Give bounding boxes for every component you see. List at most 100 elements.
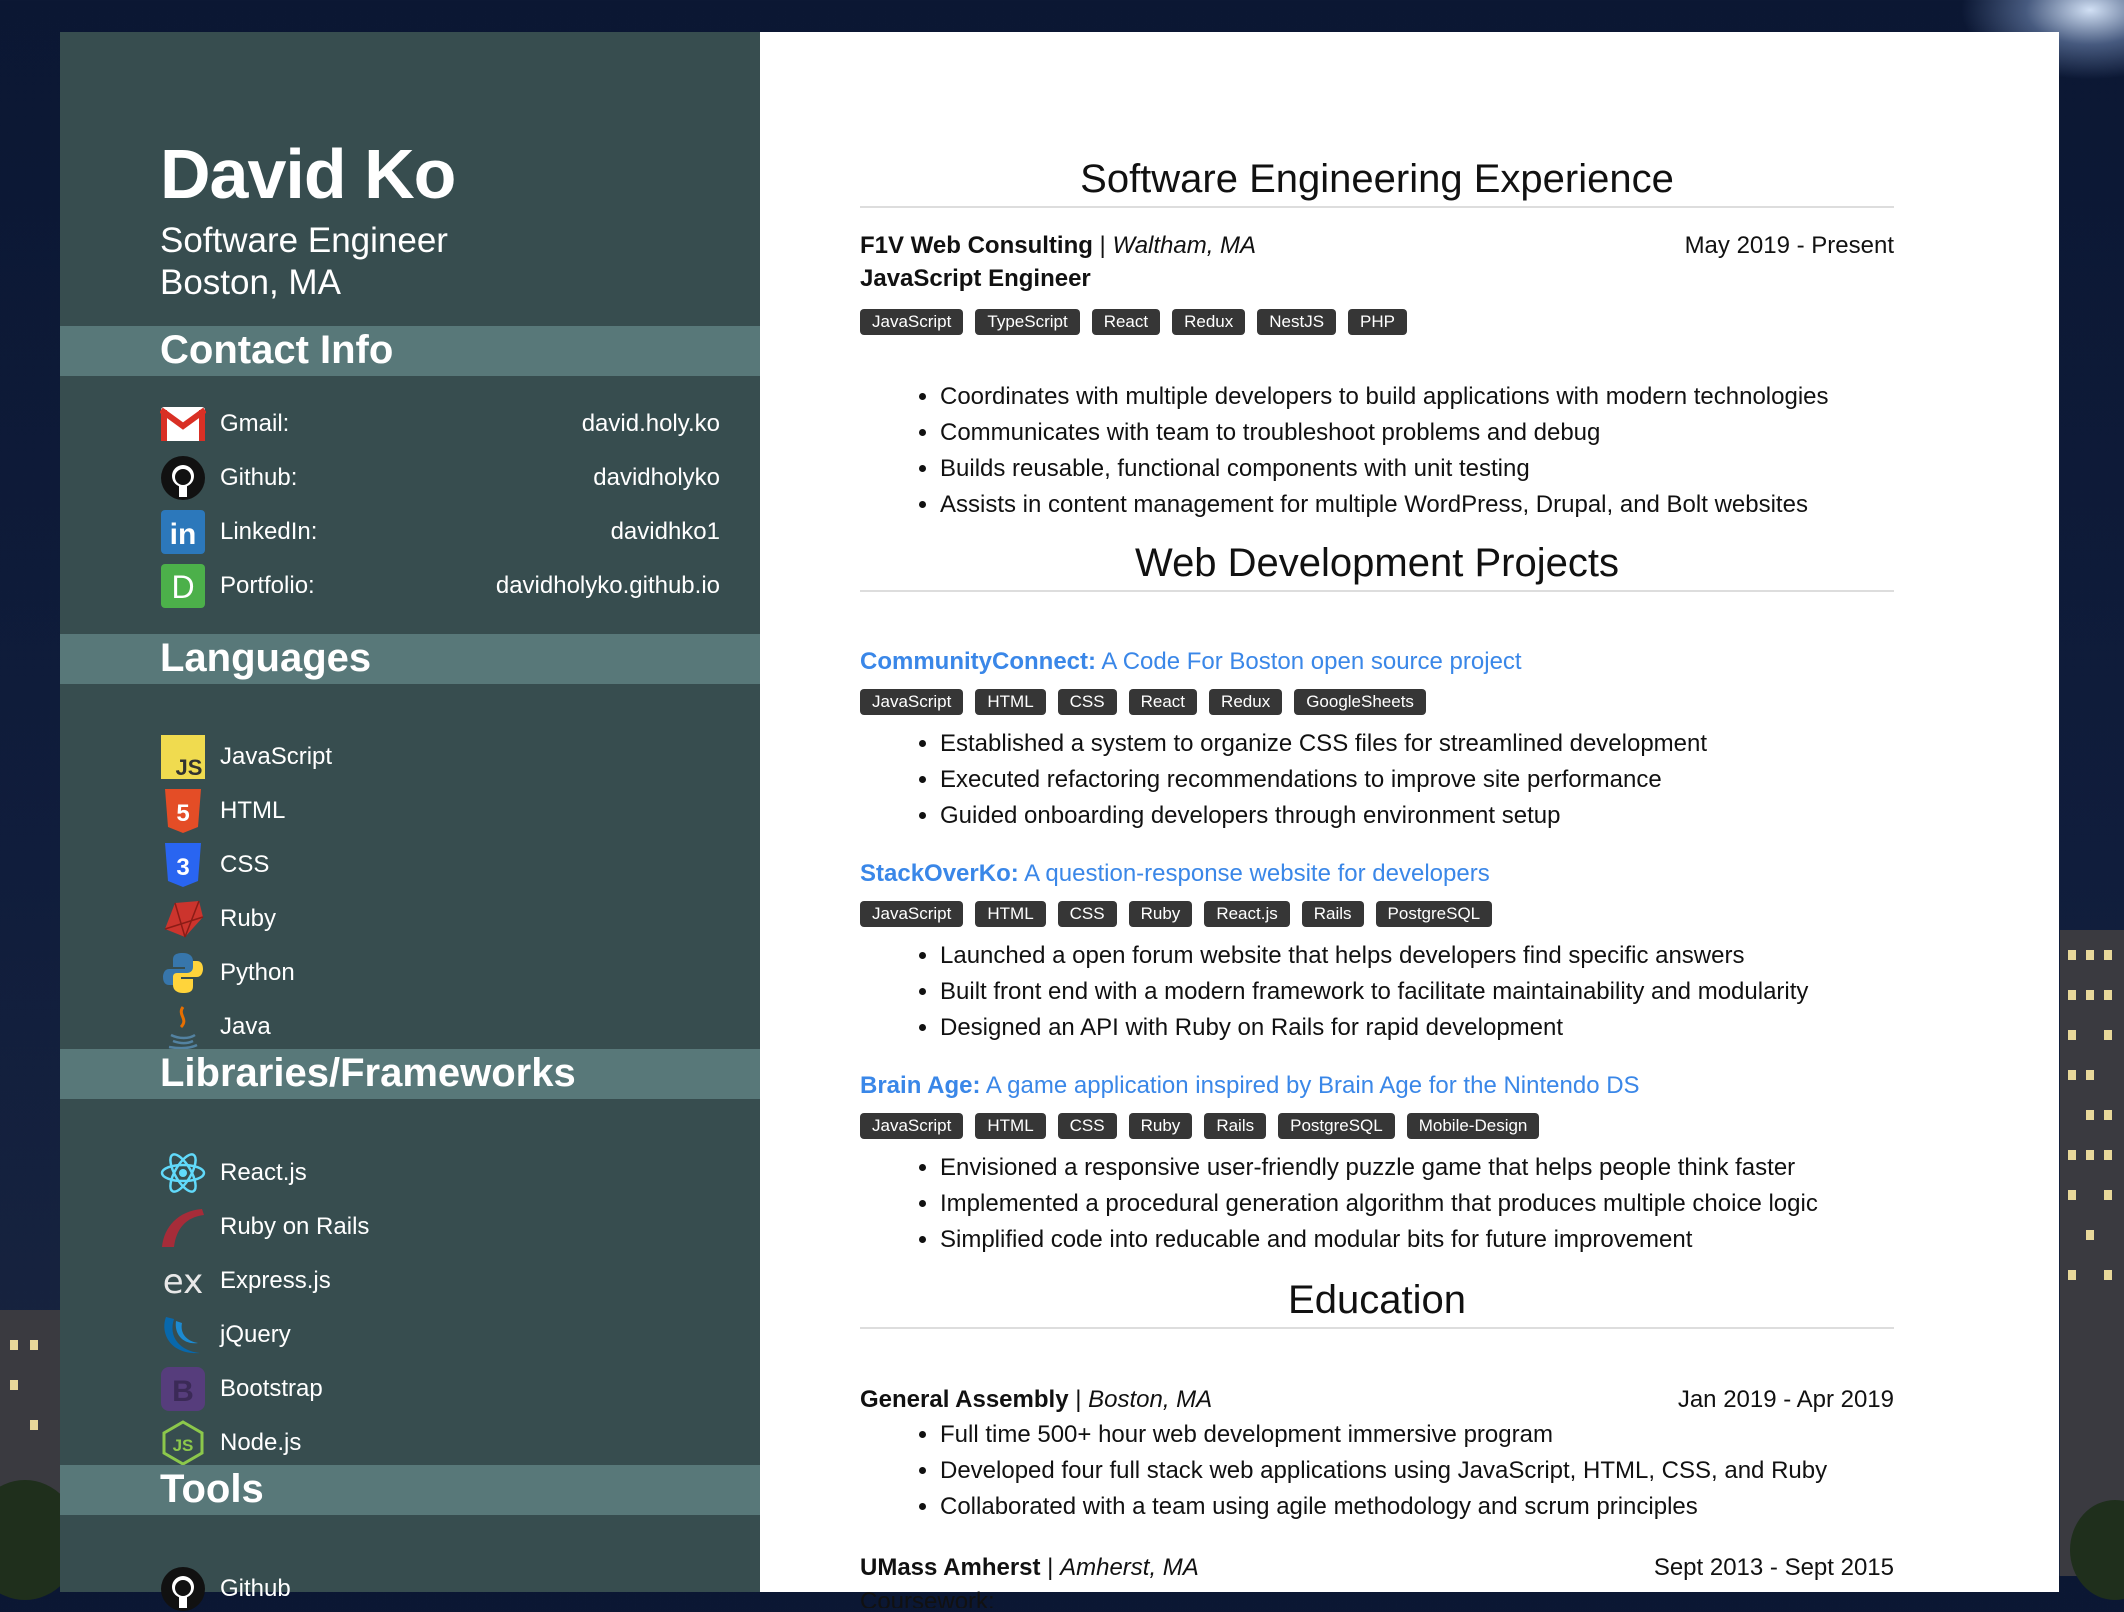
bullet-item: Builds reusable, functional components w… <box>940 451 1829 487</box>
projects-section-title: Web Development Projects <box>860 538 1894 592</box>
project-link[interactable]: StackOverKo: A question-response website… <box>860 860 1490 888</box>
frameworks-section-title: Libraries/Frameworks <box>160 1051 576 1095</box>
tech-tag: JavaScript <box>860 309 964 335</box>
project-name: StackOverKo: <box>860 860 1019 887</box>
framework-item: React.js <box>160 1153 307 1193</box>
svg-text:JS: JS <box>173 1436 194 1455</box>
education-header: UMass Amherst | Amherst, MA Sept 2013 - … <box>860 1552 1894 1584</box>
tool-label: Github <box>220 1575 291 1602</box>
contact-row-linkedin[interactable]: in LinkedIn: davidhko1 <box>160 509 720 555</box>
school-name: General Assembly <box>860 1386 1069 1413</box>
contact-section-title: Contact Info <box>160 328 394 372</box>
nodejs-icon: JS <box>160 1420 206 1466</box>
tech-tag: HTML <box>975 689 1046 715</box>
background-building-right <box>2060 930 2124 1576</box>
job-tags: JavaScript TypeScript React Redux NestJS… <box>860 309 1408 335</box>
tech-tag: TypeScript <box>975 309 1080 335</box>
job-dates: May 2019 - Present <box>1684 232 1894 259</box>
project-tags: JavaScript HTML CSS Ruby React.js Rails … <box>860 901 1493 927</box>
tech-tag: React <box>1128 689 1198 715</box>
contact-value[interactable]: davidhko1 <box>611 518 720 546</box>
coursework-label: Coursework: <box>860 1588 995 1608</box>
tech-tag: CSS <box>1057 1113 1117 1139</box>
bullet-item: Full time 500+ hour web development imme… <box>940 1417 1827 1453</box>
project-bullets: Envisioned a responsive user-friendly pu… <box>900 1150 1818 1258</box>
javascript-icon: JS <box>160 734 206 780</box>
experience-section-title: Software Engineering Experience <box>860 154 1894 208</box>
tech-tag: Redux <box>1209 689 1283 715</box>
tech-tag: NestJS <box>1257 309 1337 335</box>
gmail-icon <box>160 401 206 447</box>
framework-label: Bootstrap <box>220 1375 323 1402</box>
school-name: UMass Amherst <box>860 1554 1041 1581</box>
tech-tag: Mobile-Design <box>1406 1113 1540 1139</box>
tech-tag: PostgreSQL <box>1278 1113 1395 1139</box>
tools-section-title: Tools <box>160 1467 264 1511</box>
profile-name: David Ko <box>160 135 456 213</box>
project-link[interactable]: Brain Age: A game application inspired b… <box>860 1072 1640 1100</box>
bullet-item: Guided onboarding developers through env… <box>940 798 1707 834</box>
rails-icon <box>160 1204 206 1250</box>
linkedin-icon: in <box>160 509 206 555</box>
svg-text:D: D <box>171 569 194 605</box>
project-tags: JavaScript HTML CSS React Redux GoogleSh… <box>860 689 1426 715</box>
school-dates: Jan 2019 - Apr 2019 <box>1677 1386 1894 1413</box>
project-bullets: Launched a open forum website that helps… <box>900 938 1808 1046</box>
svg-text:B: B <box>172 1375 194 1408</box>
separator: | <box>1092 232 1113 259</box>
job-location: Waltham, MA <box>1112 232 1257 259</box>
tech-tag: JavaScript <box>860 901 964 927</box>
bullet-item: Assists in content management for multip… <box>940 487 1829 523</box>
framework-item: jQuery <box>160 1315 291 1355</box>
language-label: JavaScript <box>220 743 333 770</box>
svg-text:JS: JS <box>176 755 203 779</box>
language-item: Ruby <box>160 899 276 939</box>
languages-section-header: Languages <box>60 634 760 684</box>
react-icon <box>160 1150 206 1196</box>
project-description: A game application inspired by Brain Age… <box>980 1072 1640 1099</box>
framework-label: React.js <box>220 1159 307 1186</box>
contact-value[interactable]: davidholyko <box>593 464 720 492</box>
tech-tag: CSS <box>1057 901 1117 927</box>
contact-row-portfolio[interactable]: D Portfolio: davidholyko.github.io <box>160 564 720 608</box>
tech-tag: PostgreSQL <box>1375 901 1493 927</box>
education-section-title: Education <box>860 1275 1894 1329</box>
frameworks-section-header: Libraries/Frameworks <box>60 1049 760 1099</box>
ruby-icon <box>160 896 206 942</box>
project-link[interactable]: CommunityConnect: A Code For Boston open… <box>860 648 1522 676</box>
school-location: Boston, MA <box>1088 1386 1213 1413</box>
sidebar: David Ko Software Engineer Boston, MA Co… <box>60 32 760 1611</box>
education-header: General Assembly | Boston, MA Jan 2019 -… <box>860 1384 1894 1416</box>
svg-text:5: 5 <box>176 800 189 827</box>
svg-text:in: in <box>170 518 197 551</box>
html5-icon: 5 <box>160 788 206 834</box>
framework-item: B Bootstrap <box>160 1366 323 1412</box>
framework-label: Node.js <box>220 1429 302 1456</box>
contact-value[interactable]: davidholyko.github.io <box>496 572 720 600</box>
project-name: Brain Age: <box>860 1072 981 1099</box>
bootstrap-icon: B <box>160 1366 206 1412</box>
tech-tag: HTML <box>975 901 1046 927</box>
job-role: JavaScript Engineer <box>860 265 1091 292</box>
school-location: Amherst, MA <box>1060 1554 1199 1581</box>
contact-value[interactable]: david.holy.ko <box>582 410 720 438</box>
bullet-item: Simplified code into reducable and modul… <box>940 1222 1818 1258</box>
bullet-item: Launched a open forum website that helps… <box>940 938 1808 974</box>
framework-item: JS Node.js <box>160 1420 302 1466</box>
contact-row-gmail[interactable]: Gmail: david.holy.ko <box>160 404 720 444</box>
tech-tag: Rails <box>1204 1113 1267 1139</box>
contact-section-header: Contact Info <box>60 326 760 376</box>
main-content: Software Engineering Experience F1V Web … <box>760 32 2059 1608</box>
education-bullets: Full time 500+ hour web development imme… <box>900 1417 1827 1525</box>
contact-row-github[interactable]: Github: davidholyko <box>160 456 720 500</box>
contact-label: Github: <box>220 464 298 491</box>
python-icon <box>160 950 206 996</box>
language-label: Java <box>220 1013 271 1040</box>
tech-tag: CSS <box>1057 689 1117 715</box>
job-company: F1V Web Consulting <box>860 232 1093 259</box>
tech-tag: Rails <box>1301 901 1364 927</box>
tech-tag: JavaScript <box>860 1113 964 1139</box>
separator: | <box>1068 1386 1089 1413</box>
profile-location: Boston, MA <box>160 263 341 302</box>
bullet-item: Coordinates with multiple developers to … <box>940 379 1829 415</box>
